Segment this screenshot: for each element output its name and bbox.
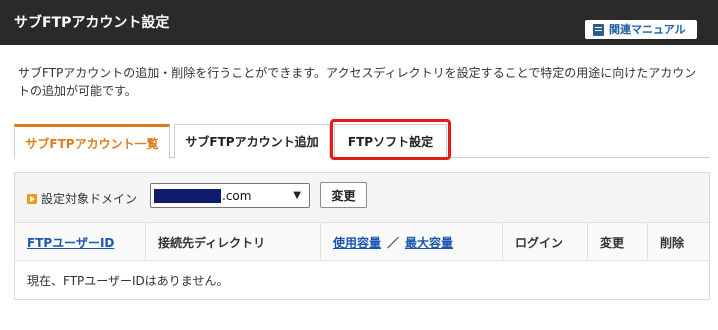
page-header: サブFTPアカウント設定 関連マニュアル [0,0,718,45]
col-delete: 削除 [647,223,709,261]
col-capacity: 使用容量 ／ 最大容量 [320,223,502,261]
table-header-row: FTPユーザーID 接続先ディレクトリ 使用容量 ／ 最大容量 ログイン 変更 … [15,223,709,261]
redacted-domain-mask [154,189,221,203]
related-manual-button[interactable]: 関連マニュアル [585,20,697,39]
page-title: サブFTPアカウント設定 [14,15,170,31]
related-manual-label: 関連マニュアル [609,23,686,36]
domain-select[interactable]: .com ▼ [150,183,310,208]
col-directory: 接続先ディレクトリ [145,223,320,261]
empty-table-message: 現在、FTPユーザーIDはありません。 [27,273,229,288]
chevron-down-icon: ▼ [293,190,301,201]
col-ftp-user-id: FTPユーザーID [15,223,145,261]
orange-bullet-icon [27,194,37,204]
col-login: ログイン [502,223,587,261]
tab-ftp-software-settings[interactable]: FTPソフト設定 [334,124,447,158]
col-change: 変更 [587,223,647,261]
sort-usage-link[interactable]: 使用容量 [333,234,381,251]
subftp-account-panel: 設定対象ドメイン .com ▼ 変更 FTPユーザーID 接続先ディレクトリ 使… [14,172,710,300]
change-domain-button[interactable]: 変更 [320,182,367,208]
book-icon [593,23,604,36]
sort-ftp-user-id-link[interactable]: FTPユーザーID [27,234,114,251]
domain-suffix: .com [222,189,252,203]
tab-subftp-list[interactable]: サブFTPアカウント一覧 [14,124,170,159]
sort-max-capacity-link[interactable]: 最大容量 [405,234,453,251]
tab-subftp-add[interactable]: サブFTPアカウント追加 [174,124,330,158]
capacity-separator: ／ [387,235,400,250]
page-description: サブFTPアカウントの追加・削除を行うことができます。アクセスディレクトリを設定… [18,66,697,98]
domain-label: 設定対象ドメイン [41,192,138,206]
domain-selector-row: 設定対象ドメイン .com ▼ 変更 [15,173,709,223]
